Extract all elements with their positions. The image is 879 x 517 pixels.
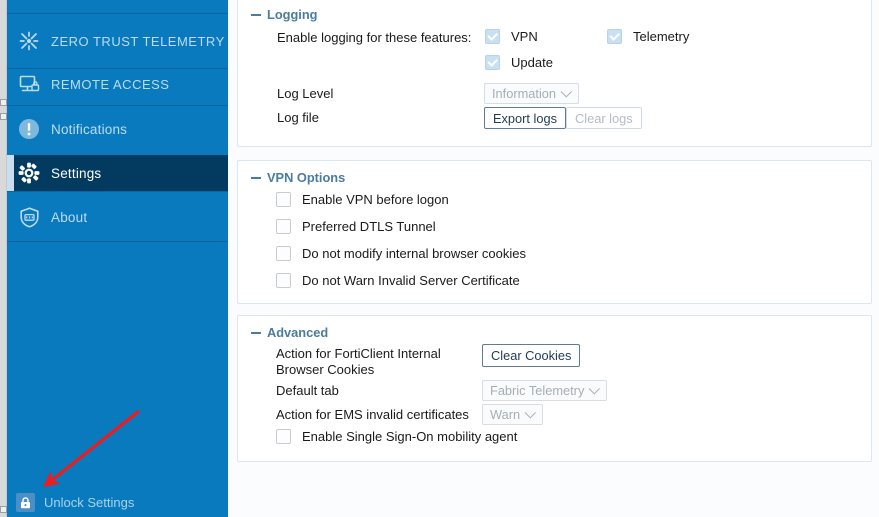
sidebar-item-label: Settings (51, 165, 102, 181)
vpn-options-panel: VPN Options Enable VPN before logon Pref… (237, 160, 872, 304)
export-logs-button[interactable]: Export logs (484, 107, 567, 129)
clear-logs-button: Clear logs (566, 107, 642, 129)
do-not-warn-invalid-cert-label: Do not Warn Invalid Server Certificate (302, 273, 520, 288)
sidebar-divider (7, 68, 228, 69)
sidebar-item-notifications[interactable]: Notifications (7, 112, 228, 146)
chevron-down-icon (560, 85, 572, 98)
minus-icon[interactable] (251, 331, 261, 334)
sidebar-divider (7, 191, 228, 192)
checkbox-row-preferred-dtls[interactable]: Preferred DTLS Tunnel (276, 219, 436, 234)
ems-invalid-certificates-value: Warn (490, 407, 521, 422)
minus-icon[interactable] (251, 13, 261, 16)
telemetry-logging-label: Telemetry (633, 29, 690, 44)
checkbox-row-no-warn-cert[interactable]: Do not Warn Invalid Server Certificate (276, 273, 520, 288)
sidebar-item-label: Notifications (51, 121, 128, 137)
logging-section-header[interactable]: Logging (251, 7, 317, 22)
do-not-modify-cookies-checkbox[interactable] (276, 246, 291, 261)
default-tab-select[interactable]: Fabric Telemetry (482, 380, 608, 401)
telemetry-logging-checkbox[interactable] (607, 29, 622, 44)
alert-circle-icon (16, 116, 42, 142)
logging-section-title: Logging (267, 7, 318, 22)
sidebar-item-about[interactable]: About (7, 200, 228, 234)
preferred-dtls-tunnel-checkbox[interactable] (276, 219, 291, 234)
sidebar-item-label: REMOTE ACCESS (51, 76, 170, 92)
log-level-label: Log Level (277, 86, 334, 101)
sidebar-divider (7, 241, 228, 242)
window-edge-handle-corner[interactable] (0, 506, 7, 513)
checkbox-row-telemetry[interactable]: Telemetry (607, 29, 689, 44)
window-left-edge (0, 0, 7, 517)
unlock-settings-label: Unlock Settings (44, 495, 135, 510)
sidebar-item-remote-access[interactable]: REMOTE ACCESS (7, 70, 228, 98)
sidebar-item-label: ZERO TRUST TELEMETRY (51, 33, 225, 49)
checkbox-row-update[interactable]: Update (485, 55, 553, 70)
vpn-options-section-title: VPN Options (267, 170, 346, 185)
preferred-dtls-tunnel-label: Preferred DTLS Tunnel (302, 219, 436, 234)
do-not-modify-cookies-label: Do not modify internal browser cookies (302, 246, 526, 261)
minus-icon[interactable] (251, 176, 261, 179)
unlock-settings-button[interactable]: Unlock Settings (16, 493, 134, 512)
chevron-down-icon (588, 382, 601, 395)
update-logging-checkbox[interactable] (485, 55, 500, 70)
checkbox-row-vpn-before-logon[interactable]: Enable VPN before logon (276, 192, 449, 207)
ems-invalid-certificates-select[interactable]: Warn (482, 404, 544, 425)
sidebar-item-settings[interactable]: Settings (7, 155, 228, 191)
sidebar-divider (7, 105, 228, 106)
window-edge-handle-bottom[interactable] (0, 113, 7, 120)
settings-content: Logging Enable logging for these feature… (228, 0, 879, 517)
log-level-select[interactable]: Information (484, 83, 580, 104)
log-level-value: Information (492, 86, 557, 101)
monitor-lock-icon (16, 71, 42, 97)
log-file-label: Log file (277, 110, 319, 125)
active-indicator-strip (7, 155, 14, 191)
sidebar-item-label: About (51, 209, 88, 225)
vpn-logging-label: VPN (511, 29, 538, 44)
clear-cookies-button[interactable]: Clear Cookies (482, 344, 581, 367)
sidebar-item-zero-trust-telemetry[interactable]: ZERO TRUST TELEMETRY (7, 27, 228, 55)
checkbox-row-no-modify-cookies[interactable]: Do not modify internal browser cookies (276, 246, 526, 261)
advanced-section-header[interactable]: Advanced (251, 325, 328, 340)
vpn-options-section-header[interactable]: VPN Options (251, 170, 345, 185)
sidebar: ZERO TRUST TELEMETRY REMOTE ACCESS Notif… (7, 0, 228, 517)
lock-icon (16, 493, 35, 512)
enable-logging-label: Enable logging for these features: (277, 30, 472, 45)
default-tab-label: Default tab (276, 383, 339, 398)
sso-mobility-agent-label: Enable Single Sign-On mobility agent (302, 429, 518, 444)
checkbox-row-sso-mobility-agent[interactable]: Enable Single Sign-On mobility agent (276, 429, 517, 444)
browser-cookies-label: Action for FortiClient Internal Browser … (276, 346, 441, 377)
update-logging-label: Update (511, 55, 553, 70)
default-tab-value: Fabric Telemetry (490, 383, 585, 398)
logging-panel: Logging Enable logging for these feature… (237, 0, 872, 147)
forticlient-settings-window: ZERO TRUST TELEMETRY REMOTE ACCESS Notif… (0, 0, 879, 517)
shield-icon (16, 204, 42, 230)
do-not-warn-invalid-cert-checkbox[interactable] (276, 273, 291, 288)
chevron-down-icon (524, 406, 537, 419)
telemetry-burst-icon (16, 28, 42, 54)
window-edge-handle-top[interactable] (0, 99, 7, 106)
gear-icon (16, 160, 42, 186)
sso-mobility-agent-checkbox[interactable] (276, 429, 291, 444)
ems-invalid-certificates-label: Action for EMS invalid certificates (276, 407, 469, 422)
sidebar-divider (7, 13, 228, 14)
advanced-panel: Advanced Action for FortiClient Internal… (237, 315, 872, 462)
checkbox-row-vpn[interactable]: VPN (485, 29, 538, 44)
enable-vpn-before-logon-checkbox[interactable] (276, 192, 291, 207)
vpn-logging-checkbox[interactable] (485, 29, 500, 44)
advanced-section-title: Advanced (267, 325, 329, 340)
enable-vpn-before-logon-label: Enable VPN before logon (302, 192, 449, 207)
